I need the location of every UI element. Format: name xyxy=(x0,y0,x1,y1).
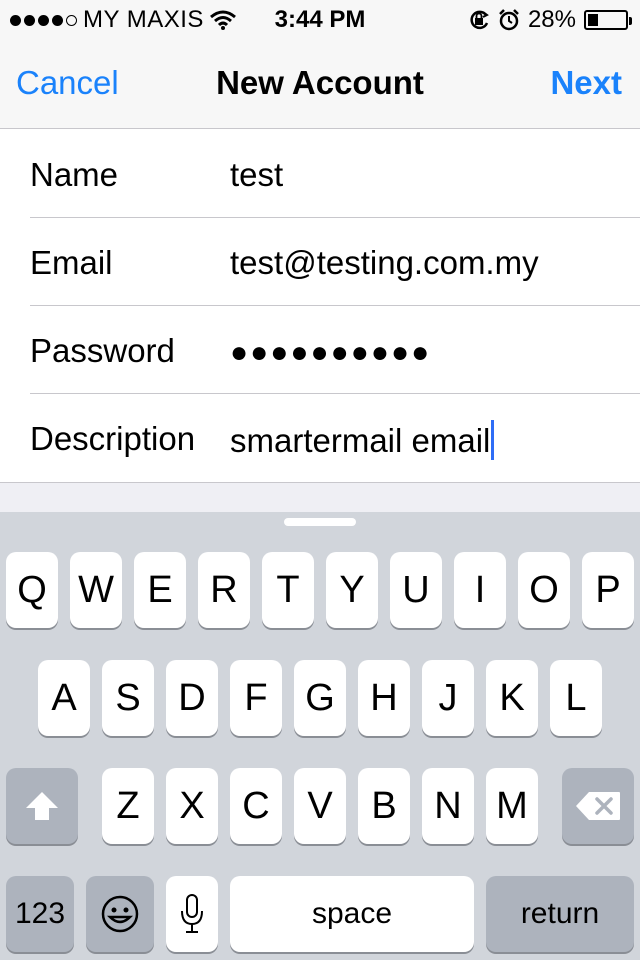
shift-key[interactable] xyxy=(6,768,78,844)
key-h[interactable]: H xyxy=(358,660,410,736)
key-f[interactable]: F xyxy=(230,660,282,736)
key-n[interactable]: N xyxy=(422,768,474,844)
key-z[interactable]: Z xyxy=(102,768,154,844)
key-u[interactable]: U xyxy=(390,552,442,628)
key-x[interactable]: X xyxy=(166,768,218,844)
cancel-button[interactable]: Cancel xyxy=(16,64,119,102)
password-row[interactable]: Password ●●●●●●●●●● xyxy=(0,306,640,394)
status-right: 28% xyxy=(468,6,632,34)
key-j[interactable]: J xyxy=(422,660,474,736)
key-b[interactable]: B xyxy=(358,768,410,844)
description-field[interactable]: smartermail email xyxy=(230,420,495,460)
password-field[interactable]: ●●●●●●●●●● xyxy=(230,336,431,370)
emoji-key[interactable] xyxy=(86,876,154,952)
orientation-lock-icon xyxy=(470,10,489,30)
key-t[interactable]: T xyxy=(262,552,314,628)
text-cursor xyxy=(491,420,495,460)
key-o[interactable]: O xyxy=(518,552,570,628)
name-row[interactable]: Name test xyxy=(0,130,640,218)
email-label: Email xyxy=(30,244,113,281)
space-key[interactable]: space xyxy=(230,876,474,952)
key-d[interactable]: D xyxy=(166,660,218,736)
key-v[interactable]: V xyxy=(294,768,346,844)
battery-percentage: 28% xyxy=(527,6,576,33)
description-row[interactable]: Description smartermail email xyxy=(0,394,640,482)
description-value: smartermail email xyxy=(230,422,491,459)
numbers-key[interactable]: 123 xyxy=(6,876,74,952)
battery-icon xyxy=(584,10,632,30)
form-footer-spacer xyxy=(0,482,640,513)
key-p[interactable]: P xyxy=(582,552,634,628)
email-row[interactable]: Email test@testing.com.my xyxy=(0,218,640,306)
dictation-key[interactable] xyxy=(166,876,218,952)
key-l[interactable]: L xyxy=(550,660,602,736)
key-e[interactable]: E xyxy=(134,552,186,628)
key-q[interactable]: Q xyxy=(6,552,58,628)
shift-icon xyxy=(26,792,58,820)
key-g[interactable]: G xyxy=(294,660,346,736)
account-form: Name test Email test@testing.com.my Pass… xyxy=(0,130,640,482)
next-button[interactable]: Next xyxy=(550,64,622,102)
emoji-icon xyxy=(101,895,139,933)
key-s[interactable]: S xyxy=(102,660,154,736)
key-k[interactable]: K xyxy=(486,660,538,736)
keyboard: Q W E R T Y U I O P A S D F G H J K L Z … xyxy=(0,512,640,960)
password-label: Password xyxy=(30,332,175,369)
name-field[interactable]: test xyxy=(230,156,283,194)
name-label: Name xyxy=(30,156,119,193)
key-i[interactable]: I xyxy=(454,552,506,628)
key-y[interactable]: Y xyxy=(326,552,378,628)
microphone-icon xyxy=(181,894,203,933)
description-label: Description xyxy=(30,420,196,457)
key-w[interactable]: W xyxy=(70,552,122,628)
status-bar: MY MAXIS 3:44 PM 28% xyxy=(0,0,640,40)
alarm-icon xyxy=(499,9,519,31)
email-field[interactable]: test@testing.com.my xyxy=(230,244,539,282)
delete-key[interactable] xyxy=(562,768,634,844)
key-c[interactable]: C xyxy=(230,768,282,844)
key-a[interactable]: A xyxy=(38,660,90,736)
return-key[interactable]: return xyxy=(486,876,634,952)
key-m[interactable]: M xyxy=(486,768,538,844)
key-r[interactable]: R xyxy=(198,552,250,628)
backspace-icon xyxy=(576,792,620,820)
navigation-bar: Cancel New Account Next xyxy=(0,40,640,129)
keyboard-handle[interactable] xyxy=(284,518,356,526)
